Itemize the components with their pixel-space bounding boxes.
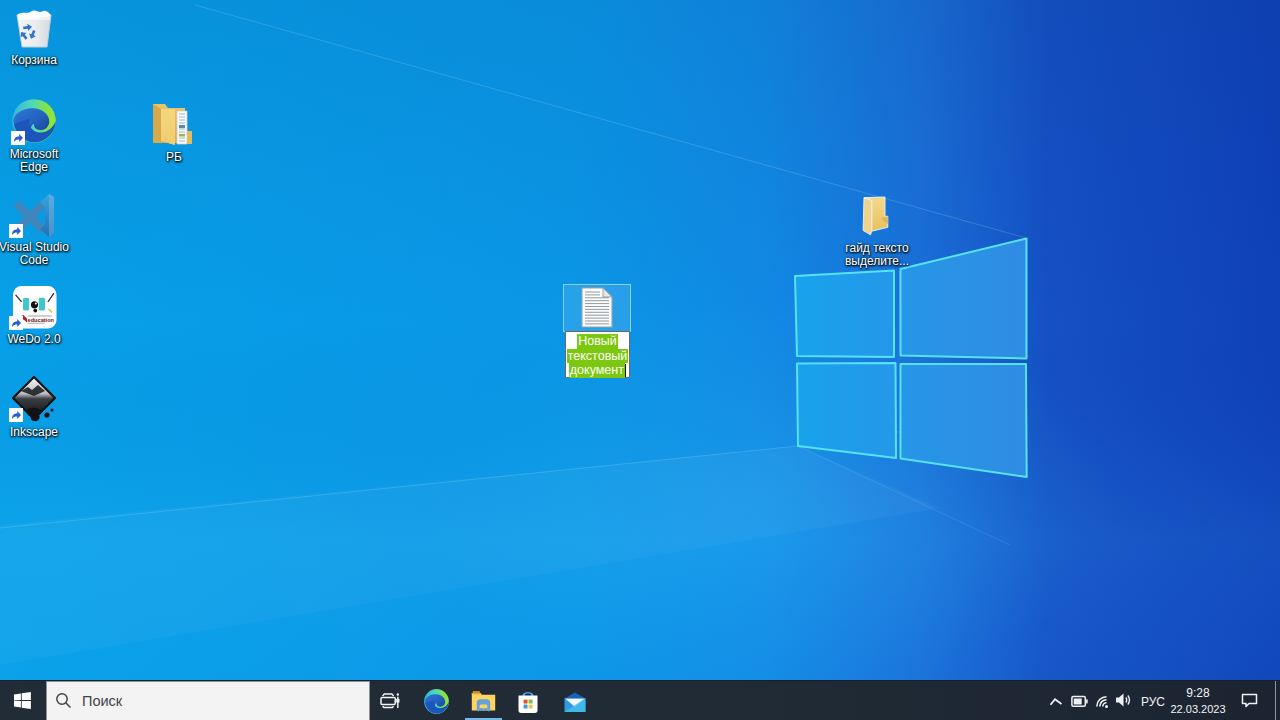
svg-text:education: education	[27, 317, 54, 323]
